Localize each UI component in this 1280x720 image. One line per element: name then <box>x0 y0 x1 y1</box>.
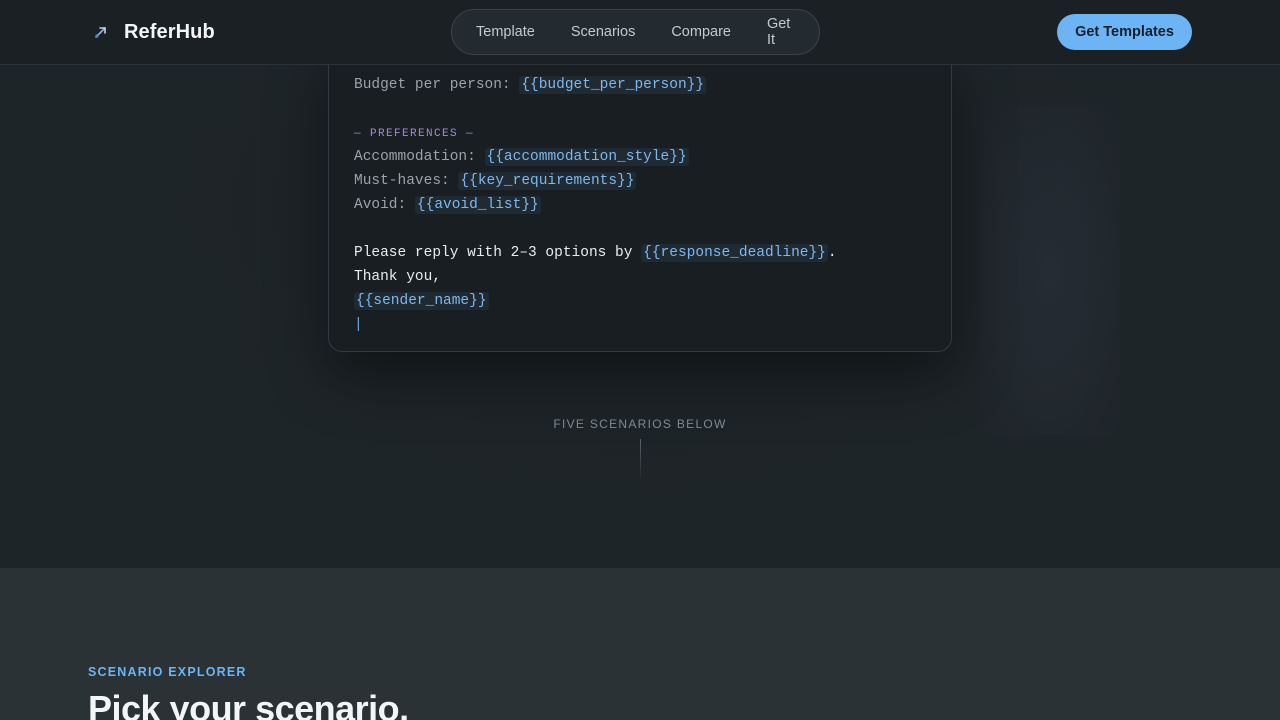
nav-scenarios[interactable]: Scenarios <box>553 9 653 55</box>
main-nav: Template Scenarios Compare Get It <box>451 9 820 55</box>
must-haves-variable: {{key_requirements}} <box>458 172 637 190</box>
scroll-hint: FIVE SCENARIOS BELOW <box>553 417 727 431</box>
brand-logo[interactable]: ReferHub <box>94 20 215 44</box>
accommodation-variable: {{accommodation_style}} <box>484 148 689 166</box>
sender-line: {{sender_name}} <box>354 289 837 313</box>
nav-template[interactable]: Template <box>458 9 553 55</box>
avoid-line: Avoid: {{avoid_list}} <box>354 196 541 214</box>
accommodation-line: Accommodation: {{accommodation_style}} <box>354 148 689 166</box>
deadline-variable: {{response_deadline}} <box>641 244 828 262</box>
hero-section: Budget per person: {{budget_per_person}}… <box>0 45 1280 568</box>
text-cursor: | <box>354 317 363 333</box>
nav-compare[interactable]: Compare <box>653 9 749 55</box>
thanks-line: Thank you, <box>354 269 442 285</box>
get-templates-button[interactable]: Get Templates <box>1057 14 1192 50</box>
budget-variable: {{budget_per_person}} <box>519 76 707 94</box>
reply-line: Please reply with 2–3 options by {{respo… <box>354 244 837 262</box>
preferences-heading: — PREFERENCES — <box>354 128 475 140</box>
sender-variable: {{sender_name}} <box>354 292 489 310</box>
section-title: Pick your scenario. <box>88 688 409 720</box>
avoid-variable: {{avoid_list}} <box>414 196 541 214</box>
scroll-divider-line <box>640 439 641 481</box>
template-code: Budget per person: {{budget_per_person}}… <box>354 73 837 337</box>
decorative-glow <box>980 105 1120 435</box>
scenario-explorer-section: SCENARIO EXPLORER Pick your scenario. <box>0 568 1280 720</box>
site-header: ReferHub Template Scenarios Compare Get … <box>0 0 1280 65</box>
budget-line: Budget per person: {{budget_per_person}} <box>354 76 707 94</box>
brand-name: ReferHub <box>124 20 215 43</box>
section-eyebrow: SCENARIO EXPLORER <box>88 665 247 679</box>
paper-plane-icon <box>94 25 108 39</box>
template-preview-card: Budget per person: {{budget_per_person}}… <box>328 45 952 352</box>
nav-get-it[interactable]: Get It <box>749 9 819 55</box>
must-haves-line: Must-haves: {{key_requirements}} <box>354 172 637 190</box>
